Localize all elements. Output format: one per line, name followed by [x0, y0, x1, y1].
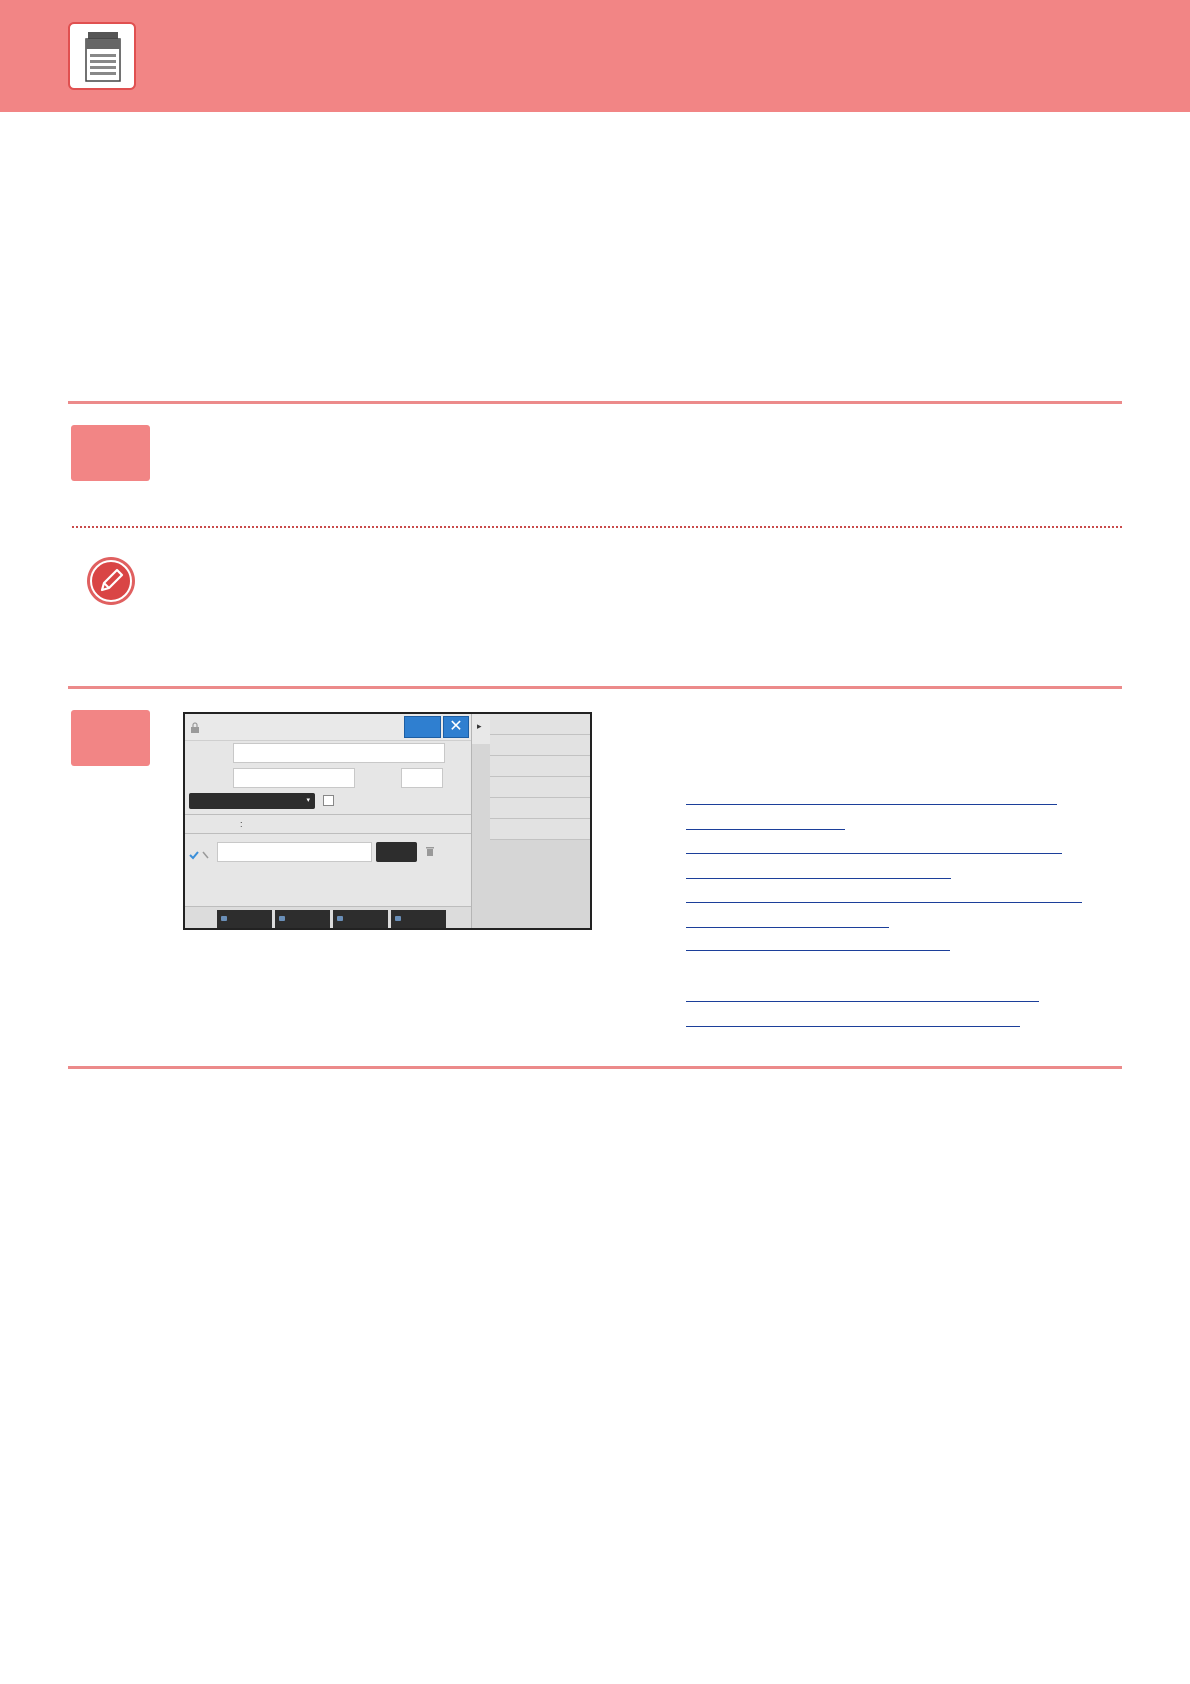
- screenshot-side-panel: ▸: [471, 714, 590, 928]
- index-field[interactable]: [401, 768, 443, 788]
- lock-icon: [190, 721, 200, 739]
- close-button[interactable]: ✕: [443, 716, 469, 738]
- reference-link[interactable]: [686, 927, 889, 928]
- reading-field[interactable]: [233, 768, 355, 788]
- screenshot-divider: [185, 814, 471, 815]
- side-panel-item[interactable]: [490, 798, 590, 819]
- category-dropdown[interactable]: ▾: [189, 793, 315, 809]
- add-email-button[interactable]: [275, 910, 330, 928]
- reference-link[interactable]: [686, 1001, 1039, 1002]
- step-2-badge: [71, 710, 150, 766]
- section-rule-bottom: [68, 1066, 1122, 1069]
- side-panel-item[interactable]: [490, 735, 590, 756]
- section-rule-top: [68, 401, 1122, 404]
- side-panel-item[interactable]: [490, 777, 590, 798]
- header-band: [0, 0, 1190, 112]
- screenshot-divider: [185, 833, 471, 834]
- chevron-right-icon: ▸: [477, 721, 482, 731]
- contact-type-icon: [189, 847, 211, 865]
- section-rule-middle: [68, 686, 1122, 689]
- reference-link[interactable]: [686, 853, 1062, 854]
- note-separator: [72, 526, 1122, 528]
- add-ftp-button[interactable]: [333, 910, 388, 928]
- reference-link[interactable]: [686, 902, 1082, 903]
- address-type-button[interactable]: [376, 842, 417, 862]
- chevron-down-icon: ▾: [306, 797, 310, 804]
- add-fax-button[interactable]: [217, 910, 272, 928]
- step-1-badge: [71, 425, 150, 481]
- ok-button[interactable]: [404, 716, 441, 738]
- name-field[interactable]: [233, 743, 445, 763]
- frequent-use-checkbox[interactable]: [323, 795, 334, 806]
- close-icon: ✕: [449, 718, 463, 735]
- side-panel-item[interactable]: [490, 819, 590, 840]
- reference-link[interactable]: [686, 804, 1057, 805]
- device-screenshot: ✕ ▾ : ▸: [183, 712, 592, 930]
- reference-link[interactable]: [686, 878, 951, 879]
- reference-link[interactable]: [686, 950, 950, 951]
- pencil-note-icon: [86, 556, 136, 611]
- separator-colon: :: [240, 819, 243, 829]
- side-panel-item[interactable]: [490, 714, 590, 735]
- reference-link[interactable]: [686, 1026, 1020, 1027]
- side-panel-item[interactable]: [490, 756, 590, 777]
- trash-icon[interactable]: [425, 844, 435, 862]
- add-folder-button[interactable]: [391, 910, 446, 928]
- address-field[interactable]: [217, 842, 372, 862]
- side-panel-list: [490, 714, 590, 840]
- side-panel-toggle[interactable]: ▸: [472, 714, 491, 744]
- screenshot-topbar: ✕: [185, 714, 471, 741]
- reference-link[interactable]: [686, 829, 845, 830]
- printer-icon: [68, 22, 136, 90]
